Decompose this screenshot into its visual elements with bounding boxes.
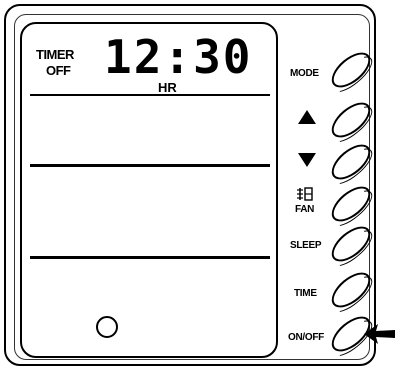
onoff-label: ON/OFF [288,332,324,343]
pointer-arrow-icon [364,324,395,344]
hour-unit: HR [158,80,177,95]
lcd-divider-2 [30,164,270,167]
sensor-circle [96,316,118,338]
timer-label: TIMER [36,47,74,62]
fan-icon [297,187,313,201]
fan-label: FAN [295,204,315,215]
lcd-divider-3 [30,256,270,259]
timer-state: OFF [46,63,71,78]
down-arrow-icon [298,153,316,167]
mode-label: MODE [290,68,319,79]
lcd-divider-1 [30,94,270,96]
sleep-label: SLEEP [290,240,322,251]
up-arrow-icon [298,110,316,124]
lcd-display: TIMER OFF 12:30 HR [20,22,278,358]
clock-readout: 12:30 [104,30,253,84]
time-label: TIME [294,288,317,299]
